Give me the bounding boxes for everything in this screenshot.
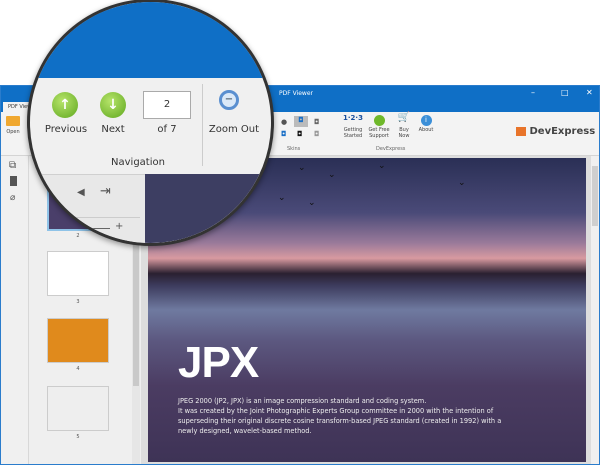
open-button[interactable]: Open xyxy=(4,116,22,135)
folder-icon xyxy=(6,116,20,126)
zoom-out-icon[interactable]: − xyxy=(219,90,239,110)
open-label: Open xyxy=(6,129,20,135)
minimize-button[interactable]: – xyxy=(531,88,535,97)
cart-icon: 🛒 xyxy=(397,112,411,123)
123-icon: 1·2·3 xyxy=(343,114,363,122)
devexpress-group-label: DevExpress xyxy=(376,146,406,152)
exit-panel-icon[interactable]: ⇥ xyxy=(100,184,111,199)
document-scrollbar[interactable] xyxy=(591,156,599,464)
about-button[interactable]: i About xyxy=(417,115,435,133)
previous-icon[interactable]: ↑ xyxy=(52,92,78,118)
navigation-group-label: Navigation xyxy=(111,157,165,168)
document-text: JPEG 2000 (JP2, JPX) is an image compres… xyxy=(178,397,502,435)
magnified-page xyxy=(145,174,271,243)
thumbnail-page-3[interactable] xyxy=(47,251,109,296)
zoom-slider[interactable] xyxy=(50,228,110,229)
about-label: About xyxy=(418,127,434,133)
side-strip: ⧉ ⌀ xyxy=(1,156,29,464)
get-free-support-button[interactable]: Get Free Support xyxy=(367,115,391,139)
buy-now-label: Buy Now xyxy=(398,127,410,139)
thumbnail-number: 3 xyxy=(76,299,80,305)
page-count: of 7 xyxy=(157,124,177,135)
maximize-button[interactable]: □ xyxy=(561,88,569,97)
scroll-thumb[interactable] xyxy=(133,236,139,386)
next-button[interactable]: Next xyxy=(90,124,136,135)
info-icon: i xyxy=(420,115,432,126)
separator xyxy=(202,84,203,166)
thumbnail-page-5[interactable] xyxy=(47,386,109,431)
close-button[interactable]: ✕ xyxy=(586,88,593,97)
thumbnail-number: 4 xyxy=(76,366,80,372)
page-number-input[interactable]: 2 xyxy=(143,91,191,119)
support-icon xyxy=(373,115,385,126)
skins-gallery[interactable]: ● ◘ ◘ ◘ ◘ ◘ xyxy=(279,116,334,142)
collapse-icon[interactable]: ◀ xyxy=(77,187,85,198)
getting-started-label: Getting Started xyxy=(343,127,363,139)
skins-group-label: Skins xyxy=(287,146,301,152)
bookmark-icon[interactable] xyxy=(10,176,17,186)
devexpress-logo: DevExpress xyxy=(516,126,595,137)
window-title: PDF Viewer xyxy=(279,90,313,97)
buy-now-button[interactable]: 🛒 Buy Now xyxy=(393,112,415,140)
zoom-out-button[interactable]: Zoom Out xyxy=(205,124,263,135)
magnifier-callout: ↑ Previous ↓ Next 2 of 7 Navigation − Zo… xyxy=(27,0,274,246)
get-free-support-label: Get Free Support xyxy=(368,127,390,139)
document-heading: JPX xyxy=(178,338,259,387)
thumbnail-number: 5 xyxy=(76,434,80,440)
thumbnail-page-4[interactable] xyxy=(47,318,109,363)
next-icon[interactable]: ↓ xyxy=(100,92,126,118)
getting-started-button[interactable]: 1·2·3 Getting Started xyxy=(341,114,365,140)
attachment-icon[interactable]: ⌀ xyxy=(10,193,15,203)
magnified-title-bar xyxy=(30,2,271,78)
zoom-in-icon[interactable]: + xyxy=(115,221,123,232)
thumbnails-icon[interactable]: ⧉ xyxy=(9,160,16,171)
previous-button[interactable]: Previous xyxy=(38,124,94,135)
